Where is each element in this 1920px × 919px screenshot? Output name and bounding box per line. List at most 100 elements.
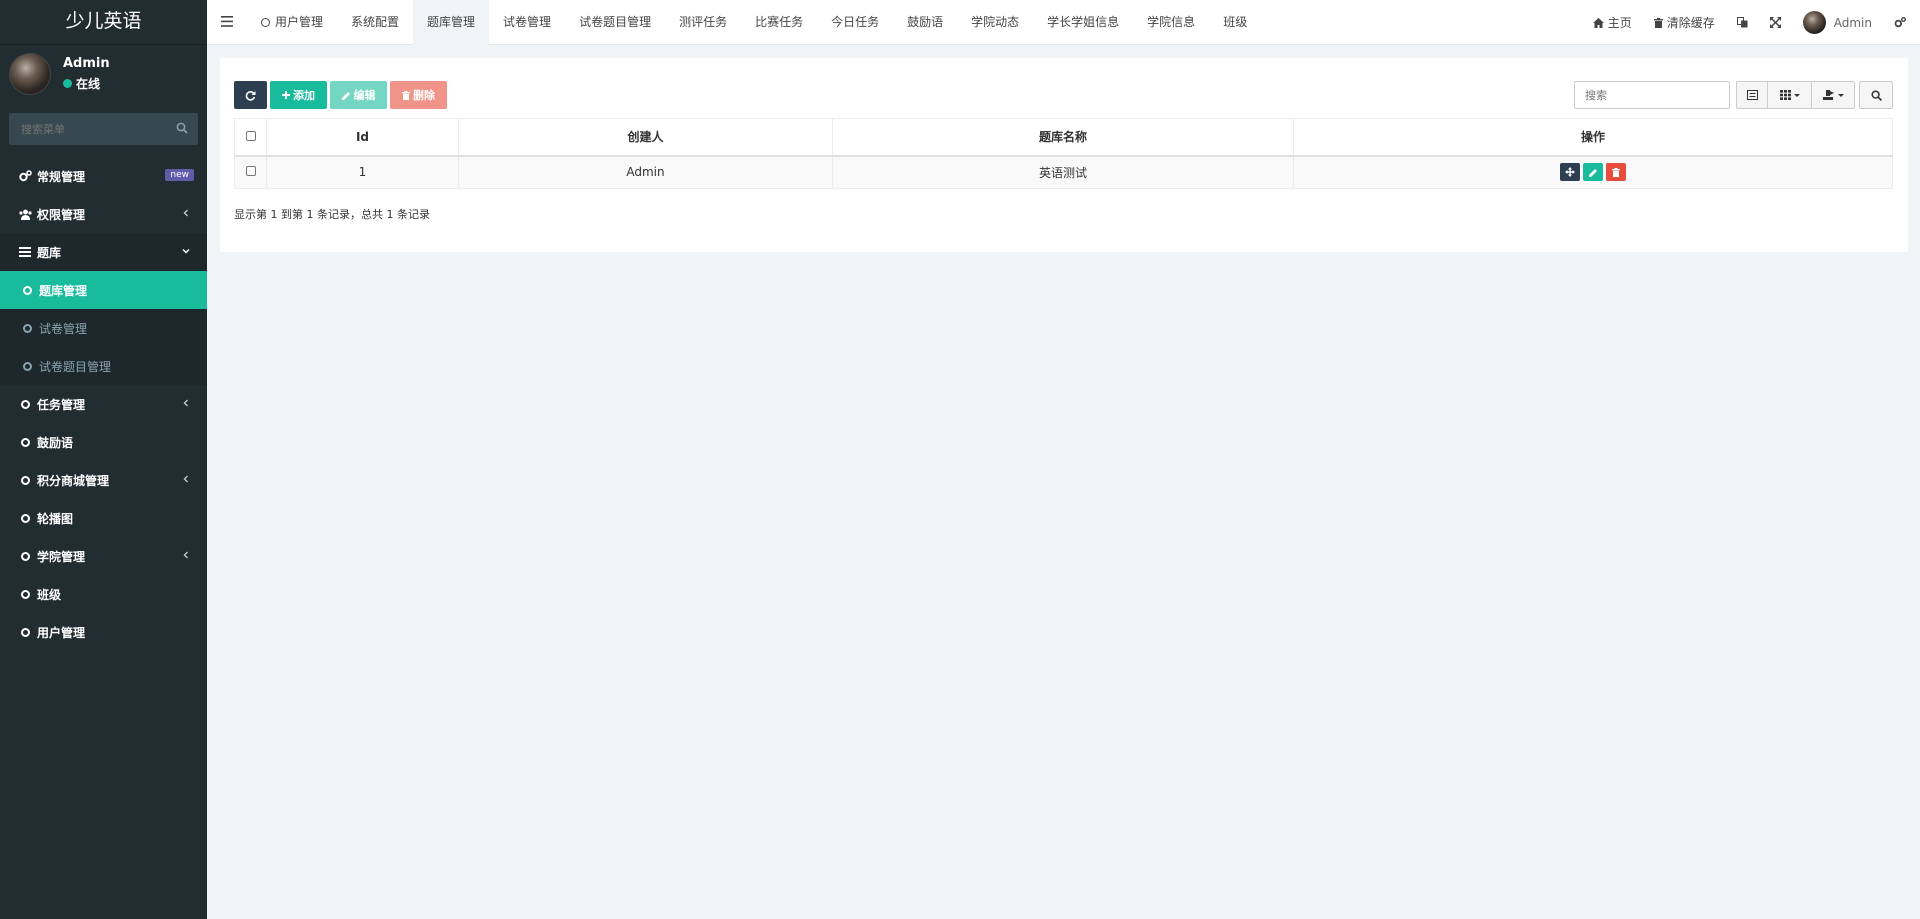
sidebar-search-input[interactable] — [9, 113, 198, 145]
brand-title[interactable]: 少儿英语 — [0, 0, 207, 45]
home-icon — [1592, 17, 1604, 28]
circle-icon — [20, 321, 34, 335]
tab-competition-task[interactable]: 比赛任务 — [741, 0, 817, 45]
sidebar-item-points-mall[interactable]: 积分商城管理 — [0, 461, 207, 499]
tab-user-manage[interactable]: 用户管理 — [247, 0, 337, 45]
sidebar-item-label: 常规管理 — [37, 169, 86, 184]
sidebar-item-class[interactable]: 班级 — [0, 575, 207, 613]
cell-creator: Admin — [458, 155, 833, 189]
tab-label: 学院信息 — [1147, 15, 1196, 29]
chevron-left-icon — [183, 209, 188, 217]
columns-toggle-button[interactable] — [1768, 81, 1812, 109]
sidebar-item-label: 试卷管理 — [39, 321, 88, 336]
cell-operations — [1293, 155, 1893, 189]
toggle-card-view-button[interactable] — [1736, 81, 1768, 109]
list-icon — [18, 245, 32, 259]
export-button[interactable] — [1812, 81, 1855, 109]
column-header-id[interactable]: Id — [266, 118, 459, 157]
circle-icon — [18, 587, 32, 601]
tab-label: 题库管理 — [427, 15, 476, 29]
grid-icon — [1779, 90, 1791, 100]
row-delete-button[interactable] — [1606, 163, 1626, 182]
column-header-creator[interactable]: 创建人 — [458, 118, 833, 157]
hamburger-menu-icon[interactable] — [221, 16, 233, 27]
delete-button[interactable]: 删除 — [390, 81, 447, 109]
advanced-search-button[interactable] — [1859, 81, 1893, 109]
tab-college-news[interactable]: 学院动态 — [957, 0, 1033, 45]
fullscreen-icon — [1769, 17, 1781, 28]
chevron-down-icon — [182, 249, 190, 254]
sidebar-item-paper-question-manage[interactable]: 试卷题目管理 — [0, 347, 207, 385]
sidebar-item-label: 题库 — [37, 245, 62, 260]
tab-college-info[interactable]: 学院信息 — [1133, 0, 1209, 45]
add-button[interactable]: 添加 — [270, 81, 327, 109]
sidebar-item-college-manage[interactable]: 学院管理 — [0, 537, 207, 575]
tab-today-task[interactable]: 今日任务 — [817, 0, 893, 45]
add-label: 添加 — [293, 89, 315, 102]
sidebar-item-label: 班级 — [37, 587, 62, 602]
select-all-cell — [234, 118, 267, 157]
settings-button[interactable] — [1883, 0, 1920, 45]
tab-system-config[interactable]: 系统配置 — [337, 0, 413, 45]
tab-paper-question-manage[interactable]: 试卷题目管理 — [565, 0, 665, 45]
sidebar-item-label: 鼓励语 — [37, 435, 74, 450]
tab-encouragement[interactable]: 鼓励语 — [893, 0, 957, 45]
table-row: 1 Admin 英语测试 — [234, 155, 1893, 189]
home-link[interactable]: 主页 — [1582, 0, 1643, 45]
select-all-checkbox[interactable] — [245, 130, 256, 141]
trash-icon — [1612, 167, 1620, 177]
column-header-bank-name[interactable]: 题库名称 — [832, 118, 1294, 157]
circle-icon — [18, 397, 32, 411]
sidebar-item-question-bank[interactable]: 题库 — [0, 233, 207, 271]
caret-down-icon — [1837, 93, 1844, 97]
sidebar-item-label: 积分商城管理 — [37, 473, 110, 488]
row-select-cell — [234, 155, 267, 189]
cell-bank-name: 英语测试 — [832, 155, 1294, 189]
sidebar-item-encouragement[interactable]: 鼓励语 — [0, 423, 207, 461]
topbar-right: 主页 清除缓存 Admin — [1582, 0, 1920, 45]
tab-label: 今日任务 — [831, 15, 880, 29]
tab-senior-info[interactable]: 学长学姐信息 — [1033, 0, 1133, 45]
clear-cache-button[interactable]: 清除缓存 — [1643, 0, 1726, 45]
tab-paper-manage[interactable]: 试卷管理 — [489, 0, 565, 45]
tab-label: 学院动态 — [971, 15, 1020, 29]
sidebar-menu: 常规管理 new 权限管理 题库 题库管理 试卷管理 试卷题目管理 任务管理 鼓… — [0, 157, 207, 651]
table-search-input[interactable] — [1574, 81, 1730, 109]
tab-label: 试卷管理 — [503, 15, 552, 29]
trash-icon — [1653, 17, 1663, 28]
user-status: 在线 — [63, 75, 100, 92]
user-panel: Admin 在线 — [0, 45, 207, 110]
circle-icon — [18, 549, 32, 563]
drag-sort-button[interactable] — [1560, 163, 1580, 182]
sidebar-item-general[interactable]: 常规管理 new — [0, 157, 207, 195]
clear-cache-label: 清除缓存 — [1666, 16, 1715, 30]
tab-assessment-task[interactable]: 测评任务 — [665, 0, 741, 45]
move-icon — [1565, 167, 1575, 178]
fullscreen-button[interactable] — [1759, 0, 1792, 45]
tab-class[interactable]: 班级 — [1209, 0, 1261, 45]
table-header-row: Id 创建人 题库名称 操作 — [234, 118, 1893, 157]
sidebar-item-permissions[interactable]: 权限管理 — [0, 195, 207, 233]
sidebar-item-user-manage[interactable]: 用户管理 — [0, 613, 207, 651]
search-icon[interactable] — [176, 122, 188, 134]
content-panel: 添加 编辑 删除 Id 创建人 — [220, 58, 1908, 252]
tab-question-bank-manage[interactable]: 题库管理 — [413, 0, 490, 45]
chevron-left-icon — [183, 475, 188, 483]
language-button[interactable] — [1726, 0, 1759, 45]
sidebar-item-carousel[interactable]: 轮播图 — [0, 499, 207, 537]
edit-button[interactable]: 编辑 — [330, 81, 387, 109]
user-menu[interactable]: Admin — [1792, 0, 1883, 45]
refresh-button[interactable] — [234, 81, 267, 109]
sidebar-item-label: 权限管理 — [37, 207, 86, 222]
sidebar-item-question-bank-manage[interactable]: 题库管理 — [0, 271, 207, 309]
row-edit-button[interactable] — [1583, 163, 1603, 182]
row-checkbox[interactable] — [245, 166, 256, 177]
sidebar-item-task-manage[interactable]: 任务管理 — [0, 385, 207, 423]
tab-label: 学长学姐信息 — [1047, 15, 1120, 29]
avatar — [1802, 11, 1826, 34]
gear-icon — [1894, 17, 1906, 28]
refresh-icon — [245, 90, 256, 101]
sidebar-item-paper-manage[interactable]: 试卷管理 — [0, 309, 207, 347]
tab-label: 用户管理 — [275, 15, 324, 29]
user-status-label: 在线 — [76, 77, 101, 91]
